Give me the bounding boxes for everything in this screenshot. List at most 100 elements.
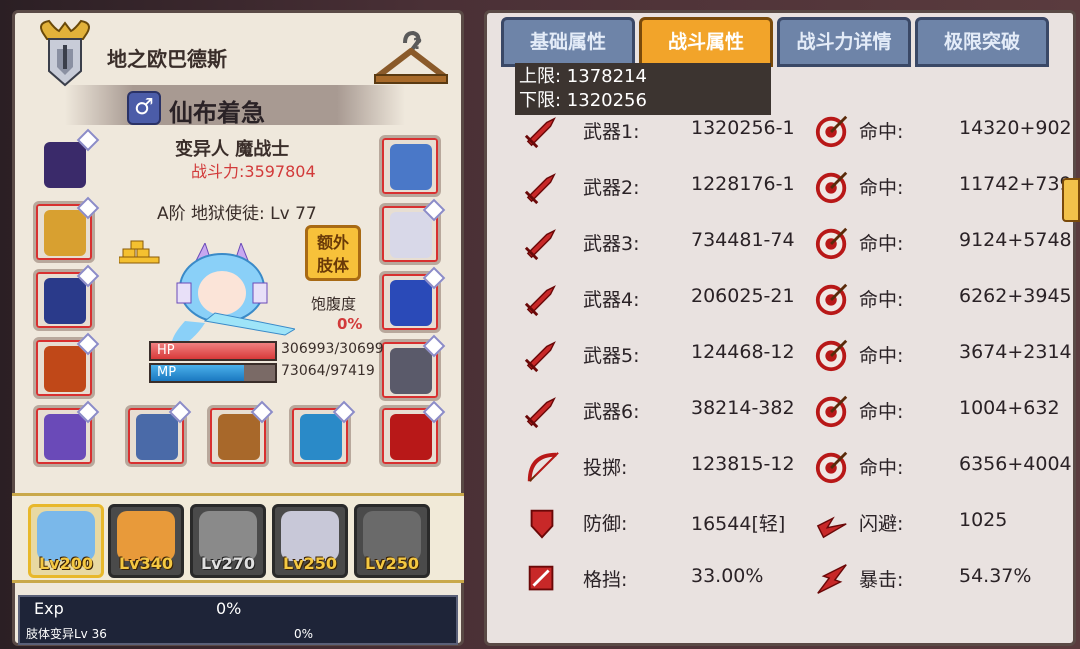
stat-row: 防御: 16544[轻] 闪避: 1025 — [517, 503, 1073, 543]
tab-combat-attributes[interactable]: 战斗属性 — [639, 17, 773, 67]
target-icon — [815, 171, 848, 204]
tab-limit-break[interactable]: 极限突破 — [915, 17, 1049, 67]
stat-row: 武器1: 1320256-1 命中: 14320+9021 — [517, 111, 1076, 151]
stat-label-secondary: 命中: — [859, 121, 904, 143]
sword-icon — [524, 397, 556, 429]
stat-label: 投掷: — [583, 457, 628, 479]
pet-slot-1[interactable]: Lv200 — [28, 504, 104, 578]
staff-icon — [218, 414, 260, 460]
stat-value: 38214-382 — [691, 397, 795, 419]
slot-boots[interactable] — [379, 334, 446, 401]
pet-level: Lv340 — [118, 554, 174, 573]
stat-row: 投掷: 123815-12 命中: 6356+4004 — [517, 447, 1073, 487]
stat-label-secondary: 命中: — [859, 457, 904, 479]
slot-weapon-staff[interactable] — [207, 400, 274, 467]
cape-icon — [44, 278, 86, 324]
stats-panel: 基础属性 战斗属性 战斗力详情 极限突破 上限: 1378214 下限: 132… — [484, 10, 1076, 646]
stat-value: 33.00% — [691, 565, 764, 587]
bracer-icon — [390, 144, 432, 190]
block-icon — [528, 565, 554, 591]
stat-value-secondary: 9124+5748 — [959, 229, 1072, 251]
character-avatar — [171, 243, 295, 351]
guild-emblem-icon — [40, 19, 90, 87]
pets-strip: Lv200 Lv340 Lv270 Lv250 Lv250 — [12, 493, 464, 583]
slot-weapon-hammer[interactable] — [125, 400, 192, 467]
boots-icon — [390, 348, 432, 394]
slot-helmet[interactable] — [33, 128, 100, 195]
target-icon — [815, 115, 848, 148]
exp-panel: Exp 0% 肢体变异Lv 36 0% — [18, 595, 458, 645]
character-name: 地之欧巴德斯 — [107, 47, 227, 71]
character-panel: 地之欧巴德斯 ? ♂ 仙布着急 变异人 魔战士 战斗力:3597804 A阶 地… — [12, 10, 464, 646]
stat-value-secondary: 6262+3945 — [959, 285, 1072, 307]
stat-row: 武器4: 206025-21 命中: 6262+3945 — [517, 279, 1073, 319]
stat-value: 734481-74 — [691, 229, 795, 251]
slot-weapon-claw[interactable] — [379, 400, 446, 467]
stat-value-secondary: 3674+2314 — [959, 341, 1072, 363]
stat-value: 206025-21 — [691, 285, 795, 307]
amulet-icon — [44, 210, 86, 256]
tooltip-lower: 下限: 1320256 — [519, 90, 647, 111]
claw-icon — [390, 414, 432, 460]
slot-bracer[interactable] — [379, 135, 441, 197]
pet-slot-3[interactable]: Lv270 — [190, 504, 266, 578]
fish-icon — [300, 414, 342, 460]
stat-row: 武器6: 38214-382 命中: 1004+632 — [517, 391, 1073, 431]
stat-label: 防御: — [583, 513, 628, 535]
sword-icon — [524, 229, 556, 261]
slot-cape[interactable] — [33, 264, 100, 331]
extra-limb-button[interactable]: 额外 肢体 — [305, 225, 361, 281]
slot-gauntlet[interactable] — [379, 198, 446, 265]
hp-label: HP — [157, 343, 175, 358]
damage-range-tooltip: 上限: 1378214 下限: 1320256 — [515, 63, 771, 115]
stat-label-secondary: 命中: — [859, 345, 904, 367]
stat-row: 武器3: 734481-74 命中: 9124+5748 — [517, 223, 1073, 263]
slot-weapon-fish[interactable] — [289, 400, 356, 467]
slot-belt[interactable] — [379, 266, 446, 333]
pet-slot-5[interactable]: Lv250 — [354, 504, 430, 578]
sword-icon — [524, 341, 556, 373]
stat-value: 123815-12 — [691, 453, 795, 475]
armor-icon — [44, 346, 86, 392]
limb-label: 肢体变异Lv 36 — [26, 627, 107, 641]
dodge-icon — [816, 516, 847, 539]
tab-basic-attributes[interactable]: 基础属性 — [501, 17, 635, 67]
slot-amulet[interactable] — [33, 196, 100, 263]
belt-icon — [390, 280, 432, 326]
bow-icon — [527, 452, 559, 482]
stat-row: 武器2: 1228176-1 命中: 11742+7397 — [517, 167, 1076, 207]
target-icon — [815, 339, 848, 372]
slot-ring[interactable] — [33, 400, 100, 467]
stat-label-secondary: 命中: — [859, 177, 904, 199]
stat-label: 格挡: — [583, 569, 628, 591]
crit-icon — [817, 564, 847, 594]
combat-power: 战斗力:3597804 — [191, 162, 316, 181]
stat-label: 武器3: — [583, 233, 640, 255]
helmet-icon — [44, 142, 86, 188]
mp-bar: MP — [149, 363, 277, 383]
pet-slot-4[interactable]: Lv250 — [272, 504, 348, 578]
character-title: 仙布着急 — [169, 99, 265, 127]
tooltip-upper: 上限: 1378214 — [519, 66, 647, 87]
stat-label: 武器4: — [583, 289, 640, 311]
tab-power-details[interactable]: 战斗力详情 — [777, 17, 911, 67]
svg-text:?: ? — [413, 34, 422, 53]
pet-slot-2[interactable]: Lv340 — [108, 504, 184, 578]
stat-value-secondary: 14320+9021 — [959, 117, 1076, 139]
slot-armor[interactable] — [33, 332, 100, 399]
stat-value-secondary: 6356+4004 — [959, 453, 1072, 475]
hanger-icon[interactable]: ? — [371, 31, 451, 91]
stat-label: 武器5: — [583, 345, 640, 367]
target-icon — [815, 227, 848, 260]
pet-level: Lv250 — [364, 554, 420, 573]
stat-value-secondary: 11742+7397 — [959, 173, 1076, 195]
stat-value-secondary: 54.37% — [959, 565, 1032, 587]
stat-label: 武器6: — [583, 401, 640, 423]
stat-value: 1228176-1 — [691, 173, 795, 195]
gauntlet-icon — [390, 212, 432, 258]
satiety-label: 饱腹度 — [311, 295, 357, 313]
satiety-value: 0% — [337, 315, 363, 333]
tab-bar: 基础属性 战斗属性 战斗力详情 极限突破 — [499, 17, 1059, 69]
side-expand-handle[interactable] — [1062, 178, 1080, 222]
hp-value: 306993/30699 — [281, 341, 384, 357]
